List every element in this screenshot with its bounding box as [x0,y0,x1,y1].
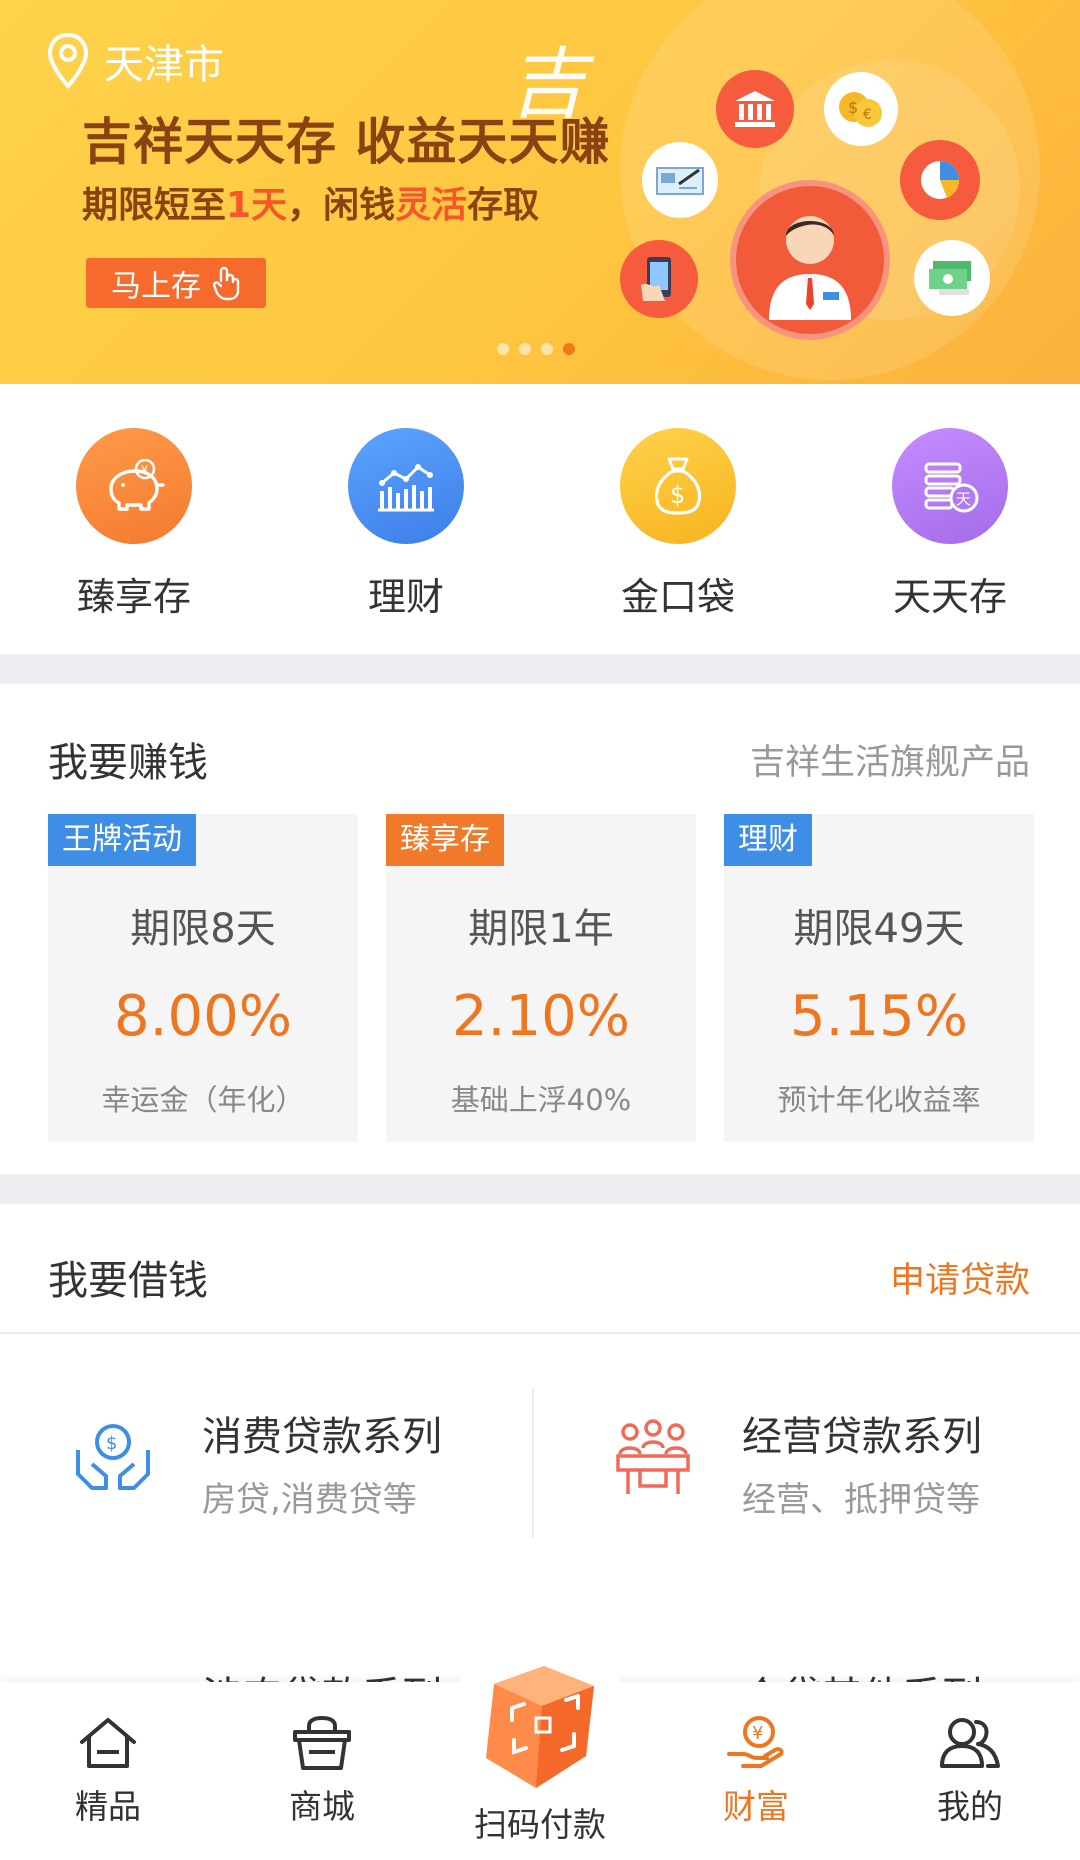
product-card[interactable]: 王牌活动 期限8天 8.00% 幸运金（年化） [48,814,358,1142]
tab-label: 商城 [289,1787,355,1826]
svg-text:¥: ¥ [752,1723,763,1744]
tab-label: 精品 [75,1787,141,1826]
product-rate: 5.15% [790,984,968,1049]
entry-label: 臻享存 [76,575,191,619]
banner-title: 吉祥天天存 收益天天赚 [82,113,611,171]
location-pin-icon [47,32,89,89]
hands-coin-icon: $ [76,1424,150,1490]
entry-label: 理财 [367,575,444,619]
loan-subtitle: 经营、抵押贷等 [742,1480,980,1520]
banner-subtitle: 期限短至1天，闲钱灵活存取 [82,185,540,226]
entry-jinkoudai[interactable]: $ 金口袋 [588,428,768,621]
phone-pay-icon [620,240,698,318]
svg-text:天: 天 [956,490,971,508]
piggy-bank-icon: ¥ [76,428,192,544]
coin-stack-icon: 天 [892,428,1008,544]
svg-text:$: $ [670,481,685,509]
product-tag: 臻享存 [386,814,504,866]
tab-label: 我的 [937,1787,1003,1826]
money-bills-icon [914,240,990,316]
cheque-icon [642,142,718,218]
svg-text:$: $ [106,1433,117,1454]
entry-licai[interactable]: 理财 [316,428,496,621]
consumer-loan-item[interactable]: $ 消费贷款系列 房贷,消费贷等 [70,1414,510,1564]
entry-tiantiancun[interactable]: 天 天天存 [860,428,1040,621]
product-note: 幸运金（年化） [101,1083,305,1117]
promo-banner[interactable]: 天津市 吉 吉祥天天存 收益天天赚 期限短至1天，闲钱灵活存取 马上存 $ € [0,0,1080,384]
product-note: 基础上浮40% [450,1083,632,1117]
entry-label: 天天存 [892,575,1007,619]
tab-caifu[interactable]: ¥ 财富 [676,1714,836,1828]
product-card[interactable]: 理财 期限49天 5.15% 预计年化收益率 [724,814,1034,1142]
business-loan-item[interactable]: 经营贷款系列 经营、抵押贷等 [610,1414,1050,1564]
money-bag-icon: $ [620,428,736,544]
meeting-table-icon [616,1419,690,1494]
bar-chart-icon [348,428,464,544]
currency-coins-icon: $ € [824,72,898,146]
loan-subtitle: 房贷,消费贷等 [202,1480,417,1520]
product-term: 期限49天 [793,906,965,952]
tab-wode[interactable]: 我的 [890,1714,1050,1828]
advisor-avatar [730,180,890,340]
scan-cube-icon[interactable] [470,1648,610,1798]
deposit-now-label: 马上存 [111,269,201,304]
product-term: 期限1年 [468,906,614,952]
svg-text:€: € [863,107,872,123]
wealth-hand-icon: ¥ [727,1716,784,1768]
entry-zhenxiangcun[interactable]: ¥ 臻享存 [44,428,224,621]
tab-label: 财富 [723,1787,789,1826]
loan-title: 消费贷款系列 [202,1414,442,1460]
home-icon [80,1718,136,1768]
carousel-indicator[interactable] [497,343,575,355]
tap-hand-icon [212,266,240,301]
earn-money-section: 我要赚钱 吉祥生活旗舰产品 王牌活动 期限8天 8.00% 幸运金（年化） 臻享… [0,684,1080,1174]
bank-icon [716,70,794,148]
product-note: 预计年化收益率 [777,1083,981,1117]
users-icon [940,1718,1000,1768]
section-title: 我要借钱 [48,1258,208,1304]
location-selector[interactable]: 天津市 [46,32,224,90]
city-name: 天津市 [104,42,224,88]
svg-text:$: $ [848,98,858,117]
deposit-now-button[interactable]: 马上存 [86,258,266,308]
tab-label: 扫码付款 [474,1805,606,1844]
section-title: 我要赚钱 [48,740,208,786]
section-subtitle: 吉祥生活旗舰产品 [749,743,1030,783]
pie-chart-icon [900,140,980,220]
product-term: 期限8天 [130,906,276,952]
product-rate: 8.00% [114,984,292,1049]
svg-text:¥: ¥ [141,463,148,476]
apply-loan-link[interactable]: 申请贷款 [890,1252,1030,1303]
basket-icon [293,1715,351,1770]
product-rate: 2.10% [452,984,630,1049]
quick-entries: ¥ 臻享存 理财 $ 金口袋 天 天天存 [0,384,1080,654]
tab-scan-pay[interactable]: 扫码付款 [460,1798,620,1846]
loan-title: 经营贷款系列 [742,1414,982,1460]
product-tag: 理财 [724,814,812,866]
product-card[interactable]: 臻享存 期限1年 2.10% 基础上浮40% [386,814,696,1142]
tab-jingpin[interactable]: 精品 [28,1714,188,1828]
entry-label: 金口袋 [620,575,735,619]
product-tag: 王牌活动 [48,814,196,866]
tab-shangcheng[interactable]: 商城 [242,1714,402,1828]
